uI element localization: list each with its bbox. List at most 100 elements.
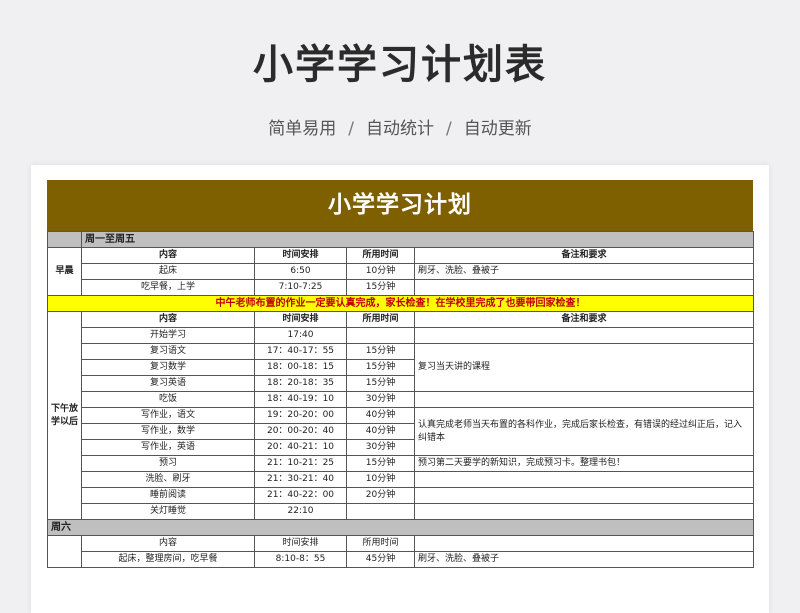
feature-tags: 简单易用 / 自动统计 / 自动更新 [0,114,800,139]
cell-note-preview: 预习第二天要学的新知识，完成预习卡。整理书包！ [414,455,754,472]
cell-content: 复习语文 [81,343,255,360]
cell-content: 起床，整理房间，吃早餐 [81,551,255,568]
section-row-saturday: 周六 [47,519,754,536]
cell-content: 吃早餐，上学 [81,279,255,296]
notice-row: 中午老师布置的作业一定要认真完成，家长检查！在学校里完成了也要带回家检查！ [47,295,754,312]
cell-duration: 30分钟 [346,439,415,456]
cell-time: 20：40-21：10 [254,439,347,456]
sheet-banner: 小学学习计划 [47,180,753,231]
tag-easy: 简单易用 [268,119,337,139]
table-row: 起床，整理房间，吃早餐 8:10-8：55 45分钟 刷牙、洗脸、叠被子 [48,551,754,568]
cell-duration: 20分钟 [346,487,415,504]
cell-content: 起床 [81,263,255,280]
table-row: 吃早餐，上学 7:10-7:25 15分钟 [48,279,754,296]
spreadsheet-preview: 小学学习计划 周一至周五 早晨 内容 时间安排 所用时间 备注和要求 起床 6:… [31,165,769,613]
section-label: 周一至周五 [81,231,754,248]
notice-text: 中午老师布置的作业一定要认真完成，家长检查！在学校里完成了也要带回家检查！ [47,295,754,312]
cell-content: 开始学习 [81,327,255,344]
study-plan-sheet: 小学学习计划 周一至周五 早晨 内容 时间安排 所用时间 备注和要求 起床 6:… [47,180,754,568]
cell-content: 吃饭 [81,391,255,408]
col-header-content: 内容 [81,311,255,328]
cell-duration: 10分钟 [346,471,415,488]
col-header-time: 时间安排 [254,535,347,552]
cell-time: 19：20-20：00 [254,407,347,424]
cell-time: 18：40-19：10 [254,391,347,408]
cell-duration: 40分钟 [346,423,415,440]
cell-time: 22:10 [254,503,347,520]
cell-content: 复习数学 [81,359,255,376]
col-header-duration: 所用时间 [346,535,415,552]
col-header-duration: 所用时间 [346,311,415,328]
cell-note-homework: 认真完成老师当天布置的各科作业，完成后家长检查，有错误的经过纠正后，记入纠错本 [414,407,754,456]
tag-auto-update: 自动更新 [463,119,532,139]
cell-time: 21：40-22：00 [254,487,347,504]
section-row-weekday: 周一至周五 [47,231,754,248]
cell-content: 关灯睡觉 [81,503,255,520]
header-row: 下午放学以后 内容 时间安排 所用时间 备注和要求 [47,311,754,520]
cell-content: 写作业，数学 [81,423,255,440]
header-row: 早晨 内容 时间安排 所用时间 备注和要求 [47,247,754,296]
cell-duration: 15分钟 [346,279,415,296]
cell-content: 写作业，英语 [81,439,255,456]
cell-content: 预习 [81,455,255,472]
cell-content: 写作业，语文 [81,407,255,424]
cell-duration: 15分钟 [346,455,415,472]
cell-duration: 15分钟 [346,343,415,360]
cell-time: 8:10-8：55 [254,551,347,568]
cell-duration [346,503,415,520]
cell-duration: 45分钟 [346,551,415,568]
cell-duration: 15分钟 [346,375,415,392]
col-header-time: 时间安排 [254,247,347,264]
cell-time: 6:50 [254,263,347,280]
tag-separator: / [348,119,354,139]
cell-time: 20：00-20：40 [254,423,347,440]
cell-note [414,391,754,408]
col-header-notes: 备注和要求 [414,247,754,264]
table-row: 起床 6:50 10分钟 刷牙、洗脸、叠被子 [48,263,754,280]
cell-duration: 10分钟 [346,263,415,280]
cell-time: 7:10-7:25 [254,279,347,296]
col-header-duration: 所用时间 [346,247,415,264]
cell-note [414,535,754,552]
cell-time: 18：00-18：15 [254,359,347,376]
cell-time: 21：10-21：25 [254,455,347,472]
page-title: 小学学习计划表 [253,42,547,88]
cell-note [414,327,754,344]
cell-time: 18：20-18：35 [254,375,347,392]
table-row: 洗脸、刷牙 21：30-21：40 10分钟 [48,471,754,488]
cell-duration: 15分钟 [346,359,415,376]
tag-auto-stats: 自动统计 [366,119,434,139]
cell-duration: 30分钟 [346,391,415,408]
header-row: 内容 时间安排 所用时间 [47,535,754,568]
cell-note [414,503,754,520]
schedule-table: 周一至周五 早晨 内容 时间安排 所用时间 备注和要求 起床 6:50 10分钟… [47,231,754,568]
cell-note [414,487,754,504]
col-header-notes: 备注和要求 [414,311,754,328]
section-label: 周六 [47,519,754,536]
table-row: 吃饭 18：40-19：10 30分钟 [48,391,754,408]
period-label: 下午放学以后 [47,311,82,520]
cell-note: 刷牙、洗脸、叠被子 [414,263,754,280]
table-row: 睡前阅读 21：40-22：00 20分钟 [48,487,754,504]
table-row: 写作业，语文 19：20-20：00 40分钟 认真完成老师当天布置的各科作业，… [48,407,754,456]
cell-time: 17:40 [254,327,347,344]
cell-note: 刷牙、洗脸、叠被子 [414,551,754,568]
col-header-content: 内容 [81,535,255,552]
cell-note-review: 复习当天讲的课程 [414,343,754,392]
cell-duration: 40分钟 [346,407,415,424]
table-row: 预习 21：10-21：25 15分钟 预习第二天要学的新知识，完成预习卡。整理… [48,455,754,472]
table-row: 开始学习 17:40 [48,327,754,344]
cell-time: 17：40-17：55 [254,343,347,360]
col-header-time: 时间安排 [254,311,347,328]
period-label [47,535,82,568]
cell-note [414,471,754,488]
cell-time: 21：30-21：40 [254,471,347,488]
col-header-content: 内容 [81,247,255,264]
cell-content: 睡前阅读 [81,487,255,504]
cell-note [414,279,754,296]
cell-duration [346,327,415,344]
table-row: 关灯睡觉 22:10 [48,503,754,520]
cell-content: 复习英语 [81,375,255,392]
table-row: 复习语文 17：40-17：55 15分钟 复习当天讲的课程 [48,343,754,392]
period-label: 早晨 [47,247,82,296]
